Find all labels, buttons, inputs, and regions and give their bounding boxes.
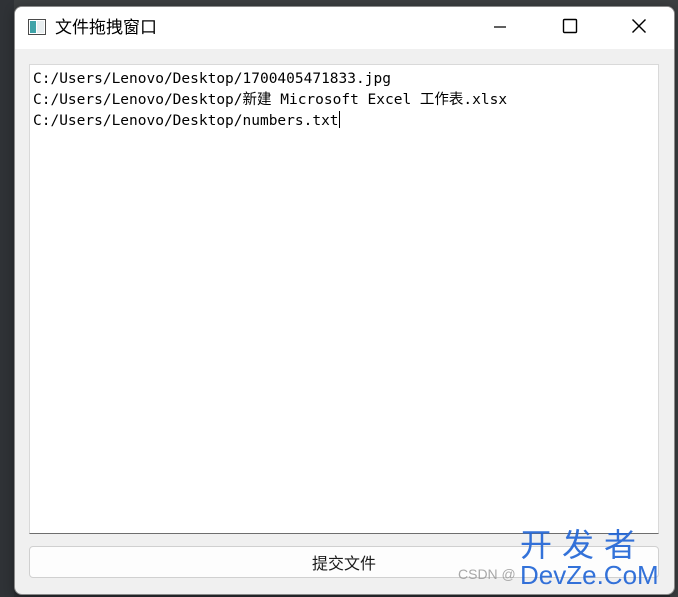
window-title: 文件拖拽窗口	[55, 18, 157, 38]
window-app-icon	[28, 19, 46, 35]
file-drag-window: 文件拖拽窗口 C:/Users/Lenovo/Desktop/170040547…	[14, 6, 675, 595]
csdn-watermark: CSDN @	[458, 566, 516, 582]
maximize-button[interactable]	[535, 7, 605, 49]
file-path-line: C:/Users/Lenovo/Desktop/numbers.txt	[33, 111, 655, 132]
text-caret	[338, 111, 340, 128]
devze-brand-watermark: 开发者	[520, 526, 647, 564]
minimize-button[interactable]	[465, 7, 535, 49]
close-button[interactable]	[604, 7, 674, 49]
file-path-text: C:/Users/Lenovo/Desktop/numbers.txt	[33, 113, 339, 129]
devze-domain-watermark: DevZe.CoM	[520, 560, 659, 590]
minimize-icon	[493, 19, 507, 38]
background-left-edge	[0, 0, 14, 597]
close-icon	[631, 18, 647, 38]
maximize-icon	[562, 18, 578, 38]
file-path-line: C:/Users/Lenovo/Desktop/1700405471833.jp…	[33, 71, 391, 87]
title-bar[interactable]: 文件拖拽窗口	[15, 7, 674, 49]
file-path-line: C:/Users/Lenovo/Desktop/新建 Microsoft Exc…	[33, 92, 508, 108]
file-path-text-area[interactable]: C:/Users/Lenovo/Desktop/1700405471833.jp…	[29, 64, 659, 534]
